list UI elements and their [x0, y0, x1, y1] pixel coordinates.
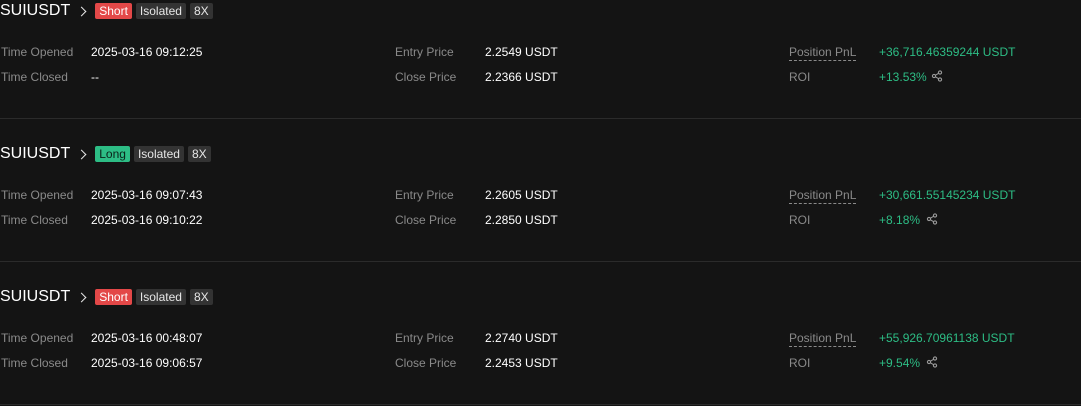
close-price-label: Close Price [395, 356, 457, 370]
roi-value: +13.53% [879, 70, 927, 84]
side-badge: Long [95, 146, 130, 162]
share-icon[interactable] [926, 356, 938, 368]
roi-value: +9.54% [879, 356, 921, 370]
symbol-name[interactable]: SUIUSDT [0, 2, 70, 20]
time-opened-label: Time Opened [1, 331, 74, 345]
entry-price-label: Entry Price [395, 188, 454, 202]
position-header[interactable]: SUIUSDT Short Isolated 8X [0, 287, 217, 307]
chevron-right-icon[interactable] [76, 149, 87, 159]
time-opened-value: 2025-03-16 09:12:25 [91, 45, 203, 59]
chevron-right-icon[interactable] [76, 292, 87, 302]
position-pnl-value: +30,661.55145234 USDT [879, 188, 1016, 202]
share-icon[interactable] [926, 213, 938, 225]
close-price-value: 2.2850 USDT [485, 213, 558, 227]
roi-value: +8.18% [879, 213, 921, 227]
position-header[interactable]: SUIUSDT Short Isolated 8X [0, 1, 217, 21]
time-closed-value: 2025-03-16 09:10:22 [91, 213, 203, 227]
symbol-name[interactable]: SUIUSDT [0, 145, 70, 163]
margin-mode-badge: Isolated [135, 289, 186, 305]
entry-price-label: Entry Price [395, 331, 454, 345]
position-history-list: SUIUSDT Short Isolated 8X Time Opened 20… [0, 0, 1081, 406]
symbol-name[interactable]: SUIUSDT [0, 288, 70, 306]
time-closed-label: Time Closed [1, 356, 68, 370]
share-icon[interactable] [931, 70, 943, 82]
entry-price-label: Entry Price [395, 45, 454, 59]
position-pnl-label[interactable]: Position PnL [789, 331, 857, 347]
leverage-badge: 8X [189, 3, 213, 19]
side-badge: Short [95, 289, 132, 305]
time-opened-value: 2025-03-16 09:07:43 [91, 188, 203, 202]
time-closed-value: -- [91, 70, 99, 84]
time-opened-label: Time Opened [1, 45, 74, 59]
close-price-value: 2.2366 USDT [485, 70, 558, 84]
time-opened-value: 2025-03-16 00:48:07 [91, 331, 203, 345]
position-pnl-value: +36,716.46359244 USDT [879, 45, 1016, 59]
time-closed-label: Time Closed [1, 70, 68, 84]
margin-mode-badge: Isolated [133, 146, 184, 162]
side-badge: Short [95, 3, 132, 19]
time-closed-label: Time Closed [1, 213, 68, 227]
entry-price-value: 2.2740 USDT [485, 331, 558, 345]
position-header[interactable]: SUIUSDT Long Isolated 8X [0, 144, 215, 164]
entry-price-value: 2.2605 USDT [485, 188, 558, 202]
time-closed-value: 2025-03-16 09:06:57 [91, 356, 203, 370]
leverage-badge: 8X [189, 289, 213, 305]
leverage-badge: 8X [187, 146, 211, 162]
time-opened-label: Time Opened [1, 188, 74, 202]
close-price-value: 2.2453 USDT [485, 356, 558, 370]
position-pnl-label[interactable]: Position PnL [789, 45, 857, 61]
roi-label: ROI [789, 70, 811, 84]
roi-label: ROI [789, 213, 811, 227]
entry-price-value: 2.2549 USDT [485, 45, 558, 59]
close-price-label: Close Price [395, 213, 457, 227]
chevron-right-icon[interactable] [76, 6, 87, 16]
roi-label: ROI [789, 356, 811, 370]
position-pnl-label[interactable]: Position PnL [789, 188, 857, 204]
close-price-label: Close Price [395, 70, 457, 84]
position-pnl-value: +55,926.70961138 USDT [879, 331, 1015, 345]
margin-mode-badge: Isolated [135, 3, 186, 19]
